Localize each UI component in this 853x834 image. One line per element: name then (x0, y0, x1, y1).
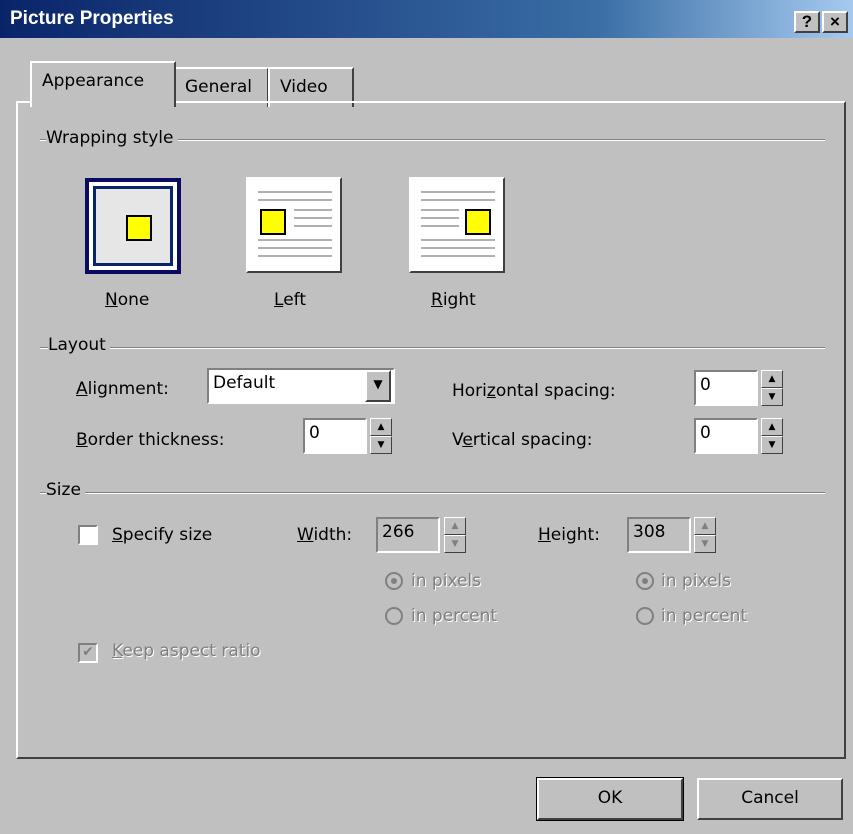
wrap-left-label: Left (274, 290, 306, 310)
picture-icon (260, 209, 286, 235)
tab-appearance-label: Appearance (42, 71, 145, 91)
title-bar[interactable]: Picture Properties ? × (0, 0, 853, 38)
window-title: Picture Properties (10, 8, 174, 29)
width-spinner[interactable]: ▲ ▼ (444, 517, 466, 553)
vertical-spacing-label: Vertical spacing: (452, 430, 593, 450)
height-pixels-radio[interactable] (636, 572, 654, 590)
wrap-left-button[interactable] (246, 177, 342, 273)
height-input[interactable]: 308 (627, 517, 691, 553)
spin-up-icon[interactable]: ▲ (370, 418, 392, 436)
alignment-label: Alignment: (76, 379, 169, 399)
spin-up-icon[interactable]: ▲ (761, 370, 783, 388)
spin-down-icon[interactable]: ▼ (370, 436, 392, 454)
width-percent-label: in percent (411, 606, 498, 626)
horizontal-spacing-label: Horizontal spacing: (452, 381, 616, 401)
vertical-spacing-spinner[interactable]: ▲ ▼ (761, 418, 783, 454)
layout-group-line (40, 347, 825, 349)
checkmark-icon: ✔ (82, 644, 94, 660)
spin-down-icon[interactable]: ▼ (761, 436, 783, 454)
border-thickness-label: Border thickness: (76, 430, 225, 450)
height-percent-radio[interactable] (636, 607, 654, 625)
height-spinner[interactable]: ▲ ▼ (694, 517, 716, 553)
horizontal-spacing-value: 0 (700, 375, 711, 395)
size-group-line (40, 492, 825, 494)
specify-size-checkbox[interactable] (78, 525, 98, 545)
height-value: 308 (633, 522, 666, 542)
wrap-right-label: Right (431, 290, 476, 310)
spin-down-icon[interactable]: ▼ (761, 388, 783, 406)
vertical-spacing-input[interactable]: 0 (694, 418, 758, 454)
horizontal-spacing-spinner[interactable]: ▲ ▼ (761, 370, 783, 406)
wrap-right-button[interactable] (409, 177, 505, 273)
border-thickness-input[interactable]: 0 (303, 418, 367, 454)
spin-up-icon[interactable]: ▲ (761, 418, 783, 436)
picture-icon (126, 215, 152, 241)
spin-down-icon[interactable]: ▼ (694, 535, 716, 553)
close-button[interactable]: × (822, 11, 848, 33)
border-thickness-value: 0 (309, 423, 320, 443)
cancel-button[interactable]: Cancel (697, 778, 843, 820)
vertical-spacing-value: 0 (700, 423, 711, 443)
tab-video-label: Video (280, 77, 328, 97)
tab-general-label: General (185, 77, 252, 97)
layout-group-label: Layout (48, 335, 110, 355)
keep-aspect-checkbox[interactable]: ✔ (78, 643, 98, 663)
height-label: Height: (538, 525, 600, 545)
keep-aspect-label: Keep aspect ratio (112, 641, 261, 661)
width-percent-radio[interactable] (385, 607, 403, 625)
horizontal-spacing-input[interactable]: 0 (694, 370, 758, 406)
height-percent-label: in percent (661, 606, 748, 626)
width-label: Width: (297, 525, 353, 545)
wrap-none-label: None (105, 290, 150, 310)
alignment-value: Default (213, 373, 276, 393)
width-input[interactable]: 266 (376, 517, 440, 553)
wrapping-group-label: Wrapping style (46, 128, 178, 148)
ok-button[interactable]: OK (536, 777, 684, 821)
width-pixels-label: in pixels (411, 571, 481, 591)
help-button[interactable]: ? (794, 11, 820, 33)
spin-up-icon[interactable]: ▲ (694, 517, 716, 535)
width-value: 266 (382, 522, 415, 542)
size-group-label: Size (46, 480, 85, 500)
specify-size-label: Specify size (112, 525, 213, 545)
height-pixels-label: in pixels (661, 571, 731, 591)
wrap-none-button[interactable] (85, 178, 181, 274)
spin-down-icon[interactable]: ▼ (444, 535, 466, 553)
spin-up-icon[interactable]: ▲ (444, 517, 466, 535)
picture-icon (465, 209, 491, 235)
width-pixels-radio[interactable] (385, 572, 403, 590)
tab-appearance[interactable]: Appearance (30, 61, 176, 107)
border-thickness-spinner[interactable]: ▲ ▼ (370, 418, 392, 454)
chevron-down-icon[interactable]: ▼ (365, 370, 391, 402)
